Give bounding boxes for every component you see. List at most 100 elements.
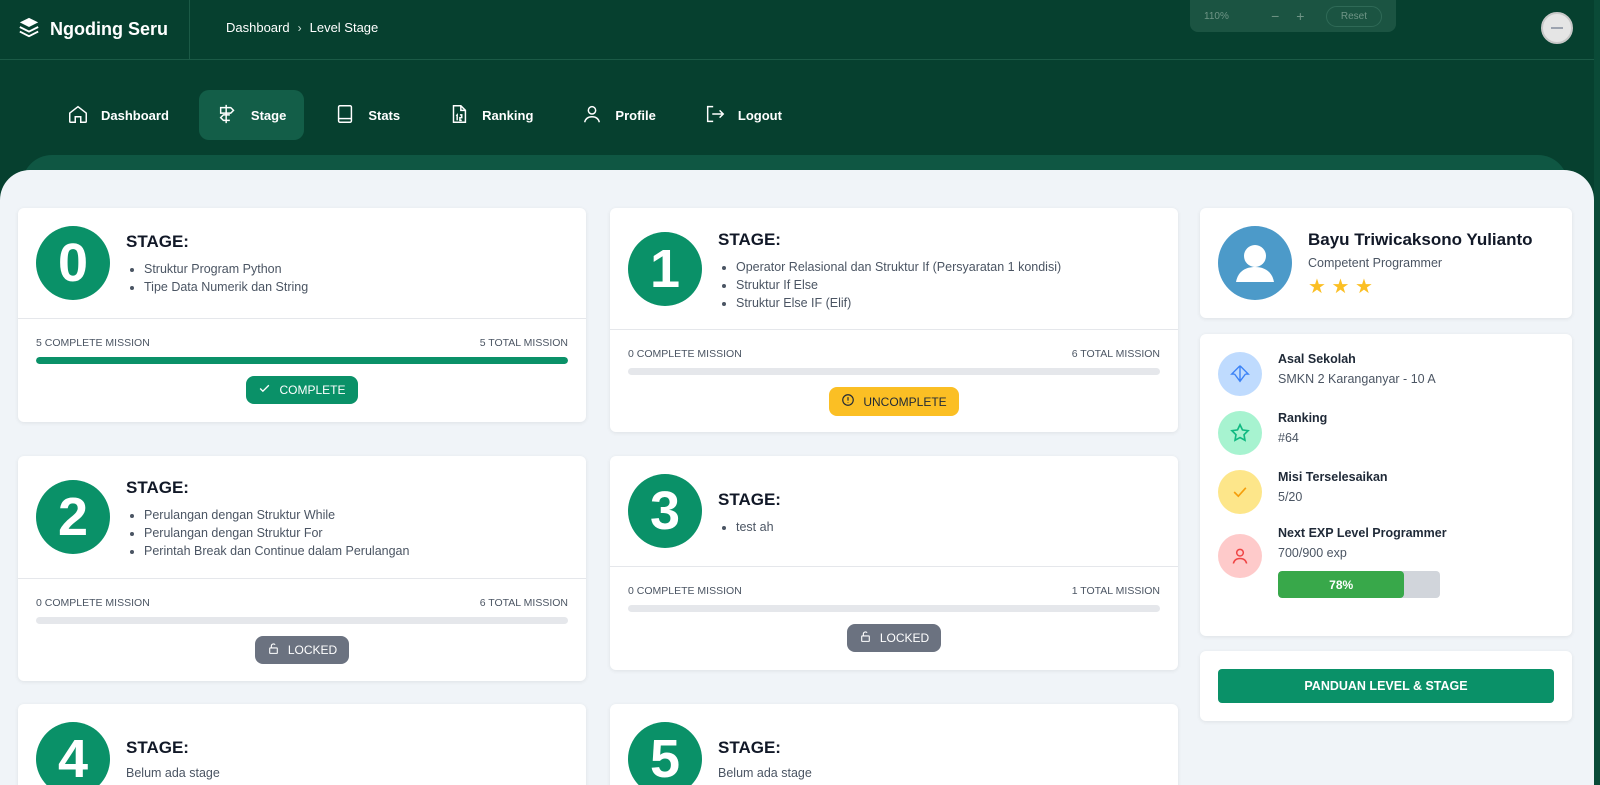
alert-circle-icon [841, 393, 855, 410]
school-value: SMKN 2 Karanganyar - 10 A [1278, 372, 1436, 386]
stage-card-1[interactable]: 1 STAGE: Operator Relasional dan Struktu… [610, 208, 1178, 432]
stage-number: 5 [628, 722, 702, 785]
stage-topic: Struktur Program Python [144, 260, 308, 278]
stage-title: STAGE: [126, 738, 189, 757]
nav-logout-label: Logout [737, 107, 782, 123]
nav-dashboard-label: Dashboard [101, 107, 169, 123]
status-badge[interactable]: LOCKED [254, 636, 350, 664]
top-bar: Ngoding Seru Dashboard › Level Stage 110… [0, 0, 1600, 60]
info-card: Asal Sekolah SMKN 2 Karanganyar - 10 A R… [1200, 334, 1572, 636]
ranking-info: Ranking #64 [1218, 411, 1327, 455]
stage-title: STAGE: [718, 738, 781, 757]
total-mission-count: 5 TOTAL MISSION [479, 337, 568, 349]
nav-ranking[interactable]: Ranking [430, 90, 551, 140]
signpost-icon [217, 103, 239, 128]
stage-card-4[interactable]: 4 STAGE: Belum ada stage [18, 704, 586, 785]
ranking-icon [448, 103, 470, 128]
stage-topic: test ah [736, 518, 781, 536]
guide-card: PANDUAN LEVEL & STAGE [1200, 651, 1572, 721]
stage-number: 1 [628, 232, 702, 306]
home-icon [67, 103, 89, 128]
mission-progress-bar [628, 368, 1160, 375]
missions-info: Misi Terselesaikan 5/20 [1218, 470, 1388, 514]
nav-profile[interactable]: Profile [563, 90, 673, 140]
complete-mission-count: 0 COMPLETE MISSION [628, 585, 742, 597]
check-icon [1218, 470, 1262, 514]
status-label: LOCKED [879, 631, 930, 645]
mission-progress-fill [36, 357, 568, 364]
stage-title: STAGE: [126, 232, 189, 251]
stage-number: 0 [36, 226, 110, 300]
profile-avatar [1218, 226, 1292, 300]
zoom-out-button[interactable]: − [1268, 8, 1283, 24]
stage-title: STAGE: [126, 478, 189, 497]
nav-stage[interactable]: Stage [198, 90, 305, 140]
total-mission-count: 6 TOTAL MISSION [479, 597, 568, 609]
stage-card-5[interactable]: 5 STAGE: Belum ada stage [610, 704, 1178, 785]
zoom-in-button[interactable]: + [1293, 8, 1308, 24]
status-label: LOCKED [287, 643, 338, 657]
total-mission-count: 6 TOTAL MISSION [1071, 348, 1160, 360]
missions-label: Misi Terselesaikan [1278, 470, 1388, 484]
status-badge[interactable]: LOCKED [846, 624, 942, 652]
nav-stats[interactable]: Stats [316, 90, 418, 140]
breadcrumb-dashboard[interactable]: Dashboard [226, 20, 290, 35]
stage-number: 4 [36, 722, 110, 785]
stage-title: STAGE: [718, 490, 781, 509]
nav-profile-label: Profile [615, 107, 656, 123]
stage-topic-list: test ah [718, 518, 781, 536]
stage-topic-list: Operator Relasional dan Struktur If (Per… [718, 258, 1061, 312]
mission-progress-bar [36, 357, 568, 364]
exp-progress-fill: 78% [1278, 571, 1405, 598]
guide-button[interactable]: PANDUAN LEVEL & STAGE [1218, 669, 1554, 703]
stage-empty-text: Belum ada stage [126, 766, 220, 780]
profile-card: Bayu Triwicaksono Yulianto Competent Pro… [1200, 208, 1572, 318]
zoom-reset-button[interactable]: Reset [1325, 5, 1382, 27]
lock-icon [267, 642, 280, 658]
exp-value: 700/900 exp [1278, 546, 1347, 560]
scrollbar[interactable] [1594, 0, 1600, 785]
layers-icon [18, 16, 40, 43]
status-badge[interactable]: COMPLETE [246, 376, 358, 404]
profile-name: Bayu Triwicaksono Yulianto [1308, 230, 1533, 249]
stage-topic: Tipe Data Numerik dan String [144, 278, 308, 296]
missions-value: 5/20 [1278, 490, 1303, 504]
nav-stats-label: Stats [368, 107, 401, 123]
nav-dashboard[interactable]: Dashboard [49, 90, 187, 140]
stage-topic-list: Struktur Program Python Tipe Data Numeri… [126, 260, 308, 296]
breadcrumb-current: Level Stage [309, 20, 379, 35]
divider [189, 0, 190, 60]
stage-card-3[interactable]: 3 STAGE: test ah 0 COMPLETE MISSION 1 TO… [610, 456, 1178, 670]
main-nav: Dashboard Stage Stats Ranking Profile Lo… [49, 90, 800, 140]
stage-card-0[interactable]: 0 STAGE: Struktur Program Python Tipe Da… [18, 208, 586, 422]
nav-ranking-label: Ranking [482, 107, 534, 123]
stage-topic: Perulangan dengan Struktur While [144, 506, 409, 524]
status-label: COMPLETE [279, 383, 346, 397]
lock-icon [859, 630, 872, 646]
stage-topic: Perulangan dengan Struktur For [144, 524, 409, 542]
school-label: Asal Sekolah [1278, 352, 1356, 366]
star-rating: ★ ★ ★ [1308, 276, 1373, 298]
exp-info: Next EXP Level Programmer 700/900 exp 78… [1218, 526, 1447, 598]
zoom-level: 110% [1204, 10, 1229, 22]
star-icon [1218, 411, 1262, 455]
stage-empty-text: Belum ada stage [718, 766, 812, 780]
ranking-value: #64 [1278, 431, 1299, 445]
stage-card-2[interactable]: 2 STAGE: Perulangan dengan Struktur Whil… [18, 456, 586, 681]
exp-label: Next EXP Level Programmer [1278, 526, 1447, 540]
user-avatar-button[interactable] [1541, 12, 1573, 44]
zoom-control: 110% − + Reset [1190, 0, 1396, 32]
stage-number: 3 [628, 474, 702, 548]
nav-stage-label: Stage [250, 107, 287, 123]
stage-title: STAGE: [718, 230, 781, 249]
chevron-right-icon: › [297, 20, 302, 35]
ranking-label: Ranking [1278, 411, 1328, 425]
stage-number: 2 [36, 480, 110, 554]
status-badge[interactable]: UNCOMPLETE [829, 387, 959, 416]
nav-logout[interactable]: Logout [686, 90, 800, 140]
mission-progress-bar [36, 617, 568, 624]
profile-role: Competent Programmer [1308, 256, 1443, 270]
brand[interactable]: Ngoding Seru [18, 16, 168, 43]
check-icon [258, 382, 271, 398]
stage-topic: Struktur Else IF (Elif) [736, 294, 1061, 312]
